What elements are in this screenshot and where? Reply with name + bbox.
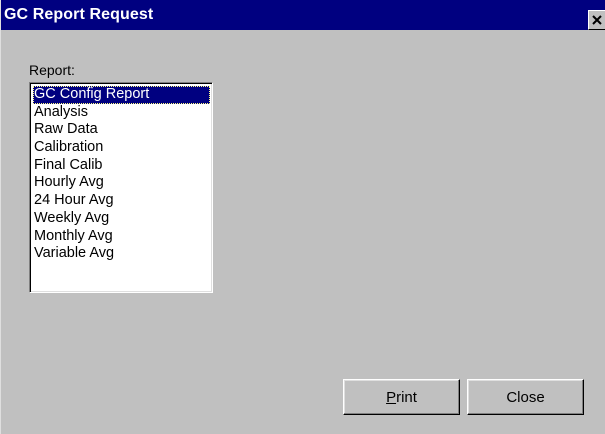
close-button[interactable]: Close <box>467 379 584 415</box>
list-item[interactable]: GC Config Report <box>33 86 210 104</box>
list-item[interactable]: 24 Hour Avg <box>33 192 210 210</box>
list-item[interactable]: Hourly Avg <box>33 174 210 192</box>
list-item[interactable]: Analysis <box>33 104 210 122</box>
report-label: Report: <box>29 62 75 78</box>
print-button-mnemonic: P <box>386 388 397 406</box>
close-window-button[interactable] <box>588 10 605 30</box>
window-title: GC Report Request <box>4 6 154 23</box>
dialog-window: GC Report Request Report: GC Config Repo… <box>0 0 605 434</box>
list-item[interactable]: Weekly Avg <box>33 210 210 228</box>
print-button-label: rint <box>396 388 417 406</box>
list-item[interactable]: Variable Avg <box>33 245 210 263</box>
list-item[interactable]: Raw Data <box>33 121 210 139</box>
list-item[interactable]: Monthly Avg <box>33 228 210 246</box>
title-bar[interactable]: GC Report Request <box>1 0 605 30</box>
list-item[interactable]: Calibration <box>33 139 210 157</box>
report-listbox[interactable]: GC Config Report Analysis Raw Data Calib… <box>29 82 213 293</box>
close-icon <box>592 15 602 25</box>
list-item[interactable]: Final Calib <box>33 157 210 175</box>
close-button-label: Close <box>506 388 545 406</box>
print-button[interactable]: Print <box>343 379 460 415</box>
